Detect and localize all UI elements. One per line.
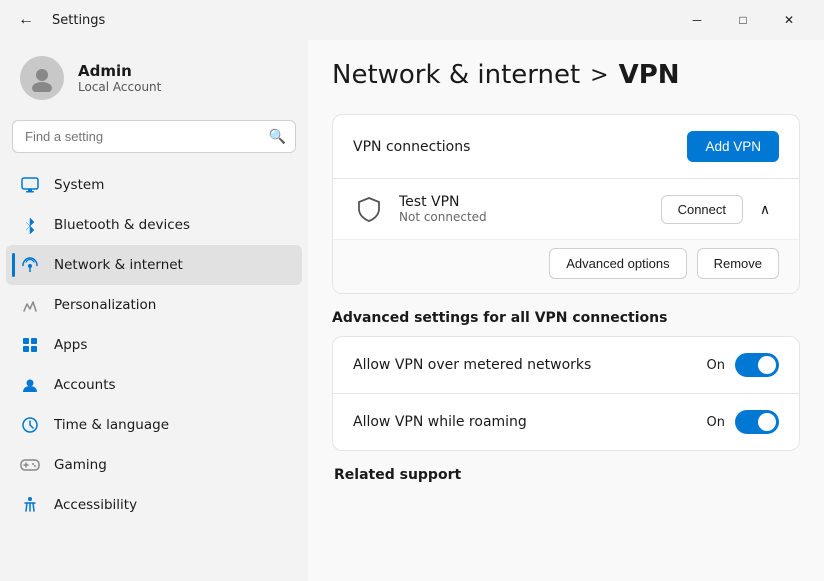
sidebar-item-time[interactable]: Time & language <box>6 405 302 445</box>
sidebar-item-network[interactable]: Network & internet <box>6 245 302 285</box>
accessibility-icon <box>20 495 40 515</box>
maximize-button[interactable]: □ <box>720 4 766 36</box>
nav-list: System Bluetooth & devices Network & int… <box>0 165 308 525</box>
sidebar-item-network-label: Network & internet <box>54 257 183 273</box>
remove-vpn-button[interactable]: Remove <box>697 248 779 279</box>
vpn-connections-card: VPN connections Add VPN Test VPN Not con… <box>332 114 800 294</box>
sidebar-item-personalization[interactable]: Personalization <box>6 285 302 325</box>
system-icon <box>20 175 40 195</box>
add-vpn-button[interactable]: Add VPN <box>687 131 779 162</box>
vpn-item: Test VPN Not connected Connect ∧ Advance… <box>333 178 799 293</box>
setting-roaming-label: Allow VPN while roaming <box>353 414 527 430</box>
avatar <box>20 56 64 100</box>
sidebar-item-bluetooth-label: Bluetooth & devices <box>54 217 190 233</box>
setting-row-metered: Allow VPN over metered networks On <box>333 337 799 393</box>
network-icon <box>20 255 40 275</box>
vpn-expanded-actions: Advanced options Remove <box>333 239 799 293</box>
app-title: Settings <box>52 13 662 28</box>
titlebar: ← Settings ─ □ ✕ <box>0 0 824 40</box>
setting-metered-on-label: On <box>707 358 725 373</box>
toggle-metered[interactable] <box>735 353 779 377</box>
personalization-icon <box>20 295 40 315</box>
accounts-icon <box>20 375 40 395</box>
user-section: Admin Local Account <box>0 40 308 120</box>
vpn-connections-header: VPN connections Add VPN <box>333 115 799 178</box>
sidebar-item-gaming-label: Gaming <box>54 457 107 473</box>
vpn-connections-label: VPN connections <box>353 139 470 155</box>
sidebar: Admin Local Account 🔍 System Bluetooth &… <box>0 40 308 581</box>
main-content: Network & internet > VPN VPN connections… <box>308 40 824 581</box>
sidebar-item-gaming[interactable]: Gaming <box>6 445 302 485</box>
search-icon: 🔍 <box>269 129 286 145</box>
vpn-item-info: Test VPN Not connected <box>399 194 647 224</box>
vpn-chevron-button[interactable]: ∧ <box>751 195 779 223</box>
breadcrumb-separator: > <box>590 63 608 88</box>
breadcrumb-parent: Network & internet <box>332 60 580 90</box>
vpn-item-row: Test VPN Not connected Connect ∧ <box>333 179 799 239</box>
close-button[interactable]: ✕ <box>766 4 812 36</box>
sidebar-item-apps[interactable]: Apps <box>6 325 302 365</box>
sidebar-item-apps-label: Apps <box>54 337 87 353</box>
app-body: Admin Local Account 🔍 System Bluetooth &… <box>0 40 824 581</box>
sidebar-item-accessibility[interactable]: Accessibility <box>6 485 302 525</box>
user-name: Admin <box>78 62 161 80</box>
vpn-item-name: Test VPN <box>399 194 647 210</box>
chevron-up-icon: ∧ <box>760 201 770 218</box>
sidebar-item-system-label: System <box>54 177 104 193</box>
user-account-type: Local Account <box>78 80 161 94</box>
back-button[interactable]: ← <box>12 6 40 34</box>
setting-metered-label: Allow VPN over metered networks <box>353 357 591 373</box>
vpn-item-status: Not connected <box>399 210 647 224</box>
vpn-shield-icon <box>353 193 385 225</box>
search-box: 🔍 <box>12 120 296 153</box>
sidebar-item-personalization-label: Personalization <box>54 297 156 313</box>
apps-icon <box>20 335 40 355</box>
connect-button[interactable]: Connect <box>661 195 743 224</box>
advanced-settings-card: Allow VPN over metered networks On Allow… <box>332 336 800 451</box>
advanced-settings-title: Advanced settings for all VPN connection… <box>332 310 800 326</box>
setting-row-roaming: Allow VPN while roaming On <box>333 393 799 450</box>
related-support-title: Related support <box>332 467 800 483</box>
setting-roaming-value: On <box>707 410 779 434</box>
vpn-item-actions: Connect ∧ <box>661 195 779 224</box>
toggle-roaming[interactable] <box>735 410 779 434</box>
sidebar-item-system[interactable]: System <box>6 165 302 205</box>
time-icon <box>20 415 40 435</box>
user-info: Admin Local Account <box>78 62 161 94</box>
sidebar-item-bluetooth[interactable]: Bluetooth & devices <box>6 205 302 245</box>
setting-metered-value: On <box>707 353 779 377</box>
setting-roaming-on-label: On <box>707 415 725 430</box>
advanced-options-button[interactable]: Advanced options <box>549 248 686 279</box>
search-input[interactable] <box>12 120 296 153</box>
minimize-button[interactable]: ─ <box>674 4 720 36</box>
sidebar-item-accessibility-label: Accessibility <box>54 497 137 513</box>
gaming-icon <box>20 455 40 475</box>
breadcrumb-current: VPN <box>619 60 680 90</box>
sidebar-item-accounts-label: Accounts <box>54 377 116 393</box>
sidebar-item-time-label: Time & language <box>54 417 169 433</box>
window-controls: ─ □ ✕ <box>674 4 812 36</box>
sidebar-item-accounts[interactable]: Accounts <box>6 365 302 405</box>
page-header: Network & internet > VPN <box>332 60 800 90</box>
bluetooth-icon <box>20 215 40 235</box>
